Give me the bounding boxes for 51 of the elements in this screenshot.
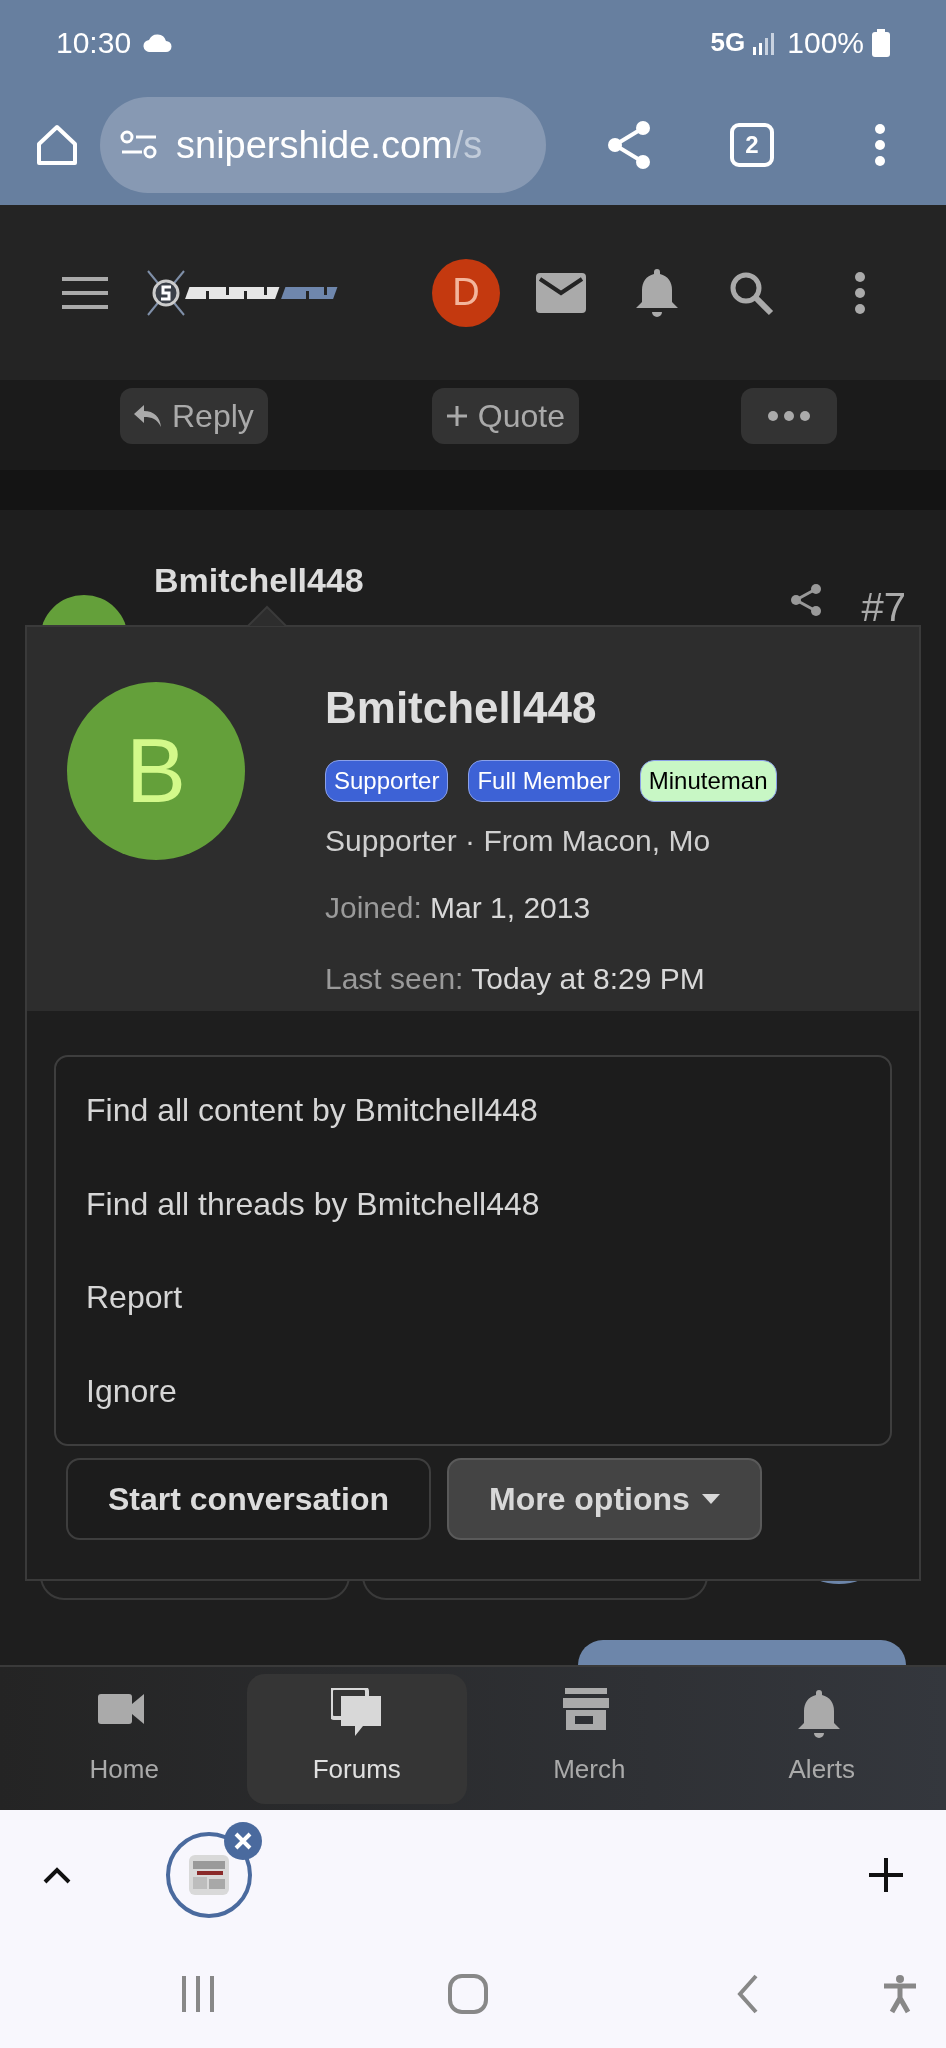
username[interactable]: Bmitchell448 xyxy=(325,686,777,730)
battery-percent: 100% xyxy=(787,25,864,61)
more-button[interactable] xyxy=(741,388,837,444)
home-button-icon[interactable] xyxy=(448,1974,488,2014)
nav-tab[interactable]: Home xyxy=(14,1673,235,1804)
more-icon[interactable] xyxy=(854,270,866,315)
reply-button[interactable]: Reply xyxy=(120,388,268,444)
back-icon[interactable] xyxy=(736,1974,760,2014)
close-tab-button[interactable] xyxy=(224,1822,262,1860)
chevron-up-icon[interactable] xyxy=(42,1866,72,1884)
menu-item[interactable]: Report xyxy=(56,1273,890,1322)
caret-icon xyxy=(701,1494,720,1504)
site-settings-icon xyxy=(120,130,158,160)
close-icon xyxy=(234,1832,252,1850)
nav-tab[interactable]: Alerts xyxy=(711,1673,932,1804)
quote-button[interactable]: Quote xyxy=(431,388,579,444)
user-badge: Full Member xyxy=(468,760,620,802)
cloud-icon xyxy=(143,33,174,52)
tab-count-button[interactable]: 2 xyxy=(730,123,774,167)
home-icon[interactable] xyxy=(34,122,80,168)
joined-date: Joined: Mar 1, 2013 xyxy=(325,890,592,926)
username[interactable]: Bmitchell448 xyxy=(154,555,364,606)
chat-bubbles-icon xyxy=(330,1688,383,1738)
menu-item[interactable]: Find all threads by Bmitchell448 xyxy=(56,1179,890,1228)
user-badge: Supporter xyxy=(325,760,449,802)
user-badge: Minuteman xyxy=(639,760,777,802)
clock-time: 10:30 xyxy=(56,25,132,61)
share-icon[interactable] xyxy=(789,583,822,617)
accessibility-icon[interactable] xyxy=(882,1974,918,2014)
network-type: 5G xyxy=(710,26,746,59)
ellipsis-icon xyxy=(767,410,811,422)
share-icon[interactable] xyxy=(606,120,652,170)
url-text: snipershide.com/s xyxy=(176,122,483,168)
mail-icon[interactable] xyxy=(536,272,586,313)
nav-tab[interactable]: Forums xyxy=(246,1673,467,1804)
more-icon[interactable] xyxy=(874,123,886,167)
last-seen: Last seen: Today at 8:29 PM xyxy=(325,961,706,997)
more-options-button[interactable]: More options xyxy=(446,1458,762,1540)
user-title: Supporter · From Macon, Mo xyxy=(325,823,712,859)
menu-item[interactable]: Ignore xyxy=(56,1367,890,1416)
post-reply-button[interactable] xyxy=(578,1640,906,1665)
reply-icon xyxy=(134,405,162,427)
nav-tab[interactable]: Merch xyxy=(479,1673,700,1804)
plus-icon[interactable] xyxy=(868,1857,904,1893)
bell-icon[interactable] xyxy=(634,266,680,319)
menu-item[interactable]: Find all content by Bmitchell448 xyxy=(56,1085,890,1134)
menu-icon[interactable] xyxy=(62,276,108,309)
plus-icon xyxy=(445,405,468,427)
battery-icon xyxy=(872,28,890,57)
start-conversation-button[interactable]: Start conversation xyxy=(66,1458,431,1540)
recent-apps-icon[interactable] xyxy=(180,1974,216,2014)
